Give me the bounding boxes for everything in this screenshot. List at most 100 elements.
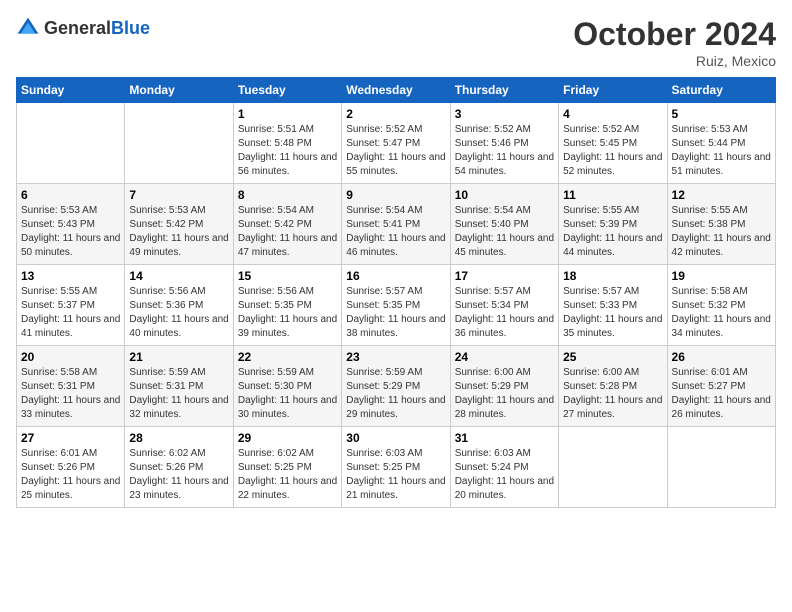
- daylight-text: Daylight: 11 hours and 28 minutes.: [455, 394, 554, 422]
- sunset-text: Sunset: 5:39 PM: [563, 218, 662, 232]
- daylight-text: Daylight: 11 hours and 46 minutes.: [346, 232, 445, 260]
- calendar-table: SundayMondayTuesdayWednesdayThursdayFrid…: [16, 77, 776, 508]
- day-info: Sunrise: 6:03 AMSunset: 5:24 PMDaylight:…: [455, 447, 554, 503]
- day-number: 25: [563, 350, 662, 364]
- calendar-week-5: 27Sunrise: 6:01 AMSunset: 5:26 PMDayligh…: [17, 427, 776, 508]
- sunrise-text: Sunrise: 6:01 AM: [21, 447, 120, 461]
- sunrise-text: Sunrise: 5:54 AM: [455, 204, 554, 218]
- day-info: Sunrise: 5:55 AMSunset: 5:37 PMDaylight:…: [21, 285, 120, 341]
- sunrise-text: Sunrise: 6:02 AM: [238, 447, 337, 461]
- sunset-text: Sunset: 5:36 PM: [129, 299, 228, 313]
- day-info: Sunrise: 5:53 AMSunset: 5:44 PMDaylight:…: [672, 123, 771, 179]
- calendar-cell: [125, 103, 233, 184]
- sunset-text: Sunset: 5:44 PM: [672, 137, 771, 151]
- day-number: 29: [238, 431, 337, 445]
- daylight-text: Daylight: 11 hours and 34 minutes.: [672, 313, 771, 341]
- calendar-cell: 21 Sunrise: 5:59 AMSunset: 5:31 PMDayligh…: [125, 346, 233, 427]
- sunrise-text: Sunrise: 5:57 AM: [563, 285, 662, 299]
- day-number: 17: [455, 269, 554, 283]
- sunset-text: Sunset: 5:27 PM: [672, 380, 771, 394]
- sunset-text: Sunset: 5:25 PM: [238, 461, 337, 475]
- weekday-header-wednesday: Wednesday: [342, 78, 450, 103]
- month-title: October 2024: [573, 16, 776, 53]
- weekday-header-friday: Friday: [559, 78, 667, 103]
- day-info: Sunrise: 6:00 AMSunset: 5:28 PMDaylight:…: [563, 366, 662, 422]
- calendar-cell: 15Sunrise: 5:56 AMSunset: 5:35 PMDayligh…: [233, 265, 341, 346]
- day-number: 9: [346, 188, 445, 202]
- sunrise-text: Sunrise: 6:02 AM: [129, 447, 228, 461]
- day-info: Sunrise: 5:59 AMSunset: 5:29 PMDaylight:…: [346, 366, 445, 422]
- sunset-text: Sunset: 5:46 PM: [455, 137, 554, 151]
- sunset-text: Sunset: 5:38 PM: [672, 218, 771, 232]
- sunset-text: Sunset: 5:28 PM: [563, 380, 662, 394]
- sunrise-text: Sunrise: 5:55 AM: [21, 285, 120, 299]
- sunrise-text: Sunrise: 6:00 AM: [563, 366, 662, 380]
- sunrise-text: Sunrise: 5:59 AM: [129, 366, 228, 380]
- weekday-header-saturday: Saturday: [667, 78, 775, 103]
- calendar-cell: 20Sunrise: 5:58 AMSunset: 5:31 PMDayligh…: [17, 346, 125, 427]
- daylight-text: Daylight: 11 hours and 22 minutes.: [238, 475, 337, 503]
- day-number: 13: [21, 269, 120, 283]
- calendar-cell: 26Sunrise: 6:01 AMSunset: 5:27 PMDayligh…: [667, 346, 775, 427]
- day-number: 19: [672, 269, 771, 283]
- day-info: Sunrise: 6:02 AMSunset: 5:26 PMDaylight:…: [129, 447, 228, 503]
- day-number: 27: [21, 431, 120, 445]
- day-info: Sunrise: 5:53 AMSunset: 5:43 PMDaylight:…: [21, 204, 120, 260]
- calendar-week-3: 13Sunrise: 5:55 AMSunset: 5:37 PMDayligh…: [17, 265, 776, 346]
- day-number: 22: [238, 350, 337, 364]
- day-number: 26: [672, 350, 771, 364]
- calendar-cell: 18Sunrise: 5:57 AMSunset: 5:33 PMDayligh…: [559, 265, 667, 346]
- sunset-text: Sunset: 5:29 PM: [455, 380, 554, 394]
- sunset-text: Sunset: 5:31 PM: [21, 380, 120, 394]
- daylight-text: Daylight: 11 hours and 51 minutes.: [672, 151, 771, 179]
- calendar-cell: 2Sunrise: 5:52 AMSunset: 5:47 PMDaylight…: [342, 103, 450, 184]
- weekday-header-monday: Monday: [125, 78, 233, 103]
- day-number: 21: [129, 350, 228, 364]
- calendar-week-1: 1Sunrise: 5:51 AMSunset: 5:48 PMDaylight…: [17, 103, 776, 184]
- sunrise-text: Sunrise: 5:56 AM: [129, 285, 228, 299]
- day-number: 20: [21, 350, 120, 364]
- day-info: Sunrise: 5:57 AMSunset: 5:34 PMDaylight:…: [455, 285, 554, 341]
- daylight-text: Daylight: 11 hours and 44 minutes.: [563, 232, 662, 260]
- day-number: 23: [346, 350, 445, 364]
- calendar-cell: 7Sunrise: 5:53 AMSunset: 5:42 PMDaylight…: [125, 184, 233, 265]
- sunrise-text: Sunrise: 5:54 AM: [238, 204, 337, 218]
- day-info: Sunrise: 5:57 AMSunset: 5:35 PMDaylight:…: [346, 285, 445, 341]
- day-number: 2: [346, 107, 445, 121]
- calendar-cell: 31Sunrise: 6:03 AMSunset: 5:24 PMDayligh…: [450, 427, 558, 508]
- day-number: 16: [346, 269, 445, 283]
- calendar-cell: 17 Sunrise: 5:57 AMSunset: 5:34 PMDayligh…: [450, 265, 558, 346]
- sunrise-text: Sunrise: 5:56 AM: [238, 285, 337, 299]
- day-number: 14: [129, 269, 228, 283]
- weekday-header-sunday: Sunday: [17, 78, 125, 103]
- sunset-text: Sunset: 5:42 PM: [129, 218, 228, 232]
- sunrise-text: Sunrise: 5:53 AM: [129, 204, 228, 218]
- sunset-text: Sunset: 5:35 PM: [238, 299, 337, 313]
- day-info: Sunrise: 5:59 AMSunset: 5:31 PMDaylight:…: [129, 366, 228, 422]
- calendar-cell: 28 Sunrise: 6:02 AMSunset: 5:26 PMDayligh…: [125, 427, 233, 508]
- calendar-cell: 13 Sunrise: 5:55 AMSunset: 5:37 PMDayligh…: [17, 265, 125, 346]
- sunrise-text: Sunrise: 5:57 AM: [455, 285, 554, 299]
- daylight-text: Daylight: 11 hours and 30 minutes.: [238, 394, 337, 422]
- sunrise-text: Sunrise: 5:58 AM: [672, 285, 771, 299]
- sunrise-text: Sunrise: 5:59 AM: [238, 366, 337, 380]
- sunrise-text: Sunrise: 6:01 AM: [672, 366, 771, 380]
- day-number: 28: [129, 431, 228, 445]
- sunset-text: Sunset: 5:35 PM: [346, 299, 445, 313]
- daylight-text: Daylight: 11 hours and 27 minutes.: [563, 394, 662, 422]
- sunset-text: Sunset: 5:37 PM: [21, 299, 120, 313]
- daylight-text: Daylight: 11 hours and 21 minutes.: [346, 475, 445, 503]
- daylight-text: Daylight: 11 hours and 32 minutes.: [129, 394, 228, 422]
- day-info: Sunrise: 5:55 AMSunset: 5:39 PMDaylight:…: [563, 204, 662, 260]
- sunrise-text: Sunrise: 5:57 AM: [346, 285, 445, 299]
- day-number: 18: [563, 269, 662, 283]
- sunrise-text: Sunrise: 6:03 AM: [455, 447, 554, 461]
- daylight-text: Daylight: 11 hours and 55 minutes.: [346, 151, 445, 179]
- sunrise-text: Sunrise: 5:55 AM: [563, 204, 662, 218]
- sunset-text: Sunset: 5:31 PM: [129, 380, 228, 394]
- sunrise-text: Sunrise: 5:52 AM: [346, 123, 445, 137]
- daylight-text: Daylight: 11 hours and 52 minutes.: [563, 151, 662, 179]
- daylight-text: Daylight: 11 hours and 42 minutes.: [672, 232, 771, 260]
- day-number: 6: [21, 188, 120, 202]
- day-info: Sunrise: 5:52 AMSunset: 5:46 PMDaylight:…: [455, 123, 554, 179]
